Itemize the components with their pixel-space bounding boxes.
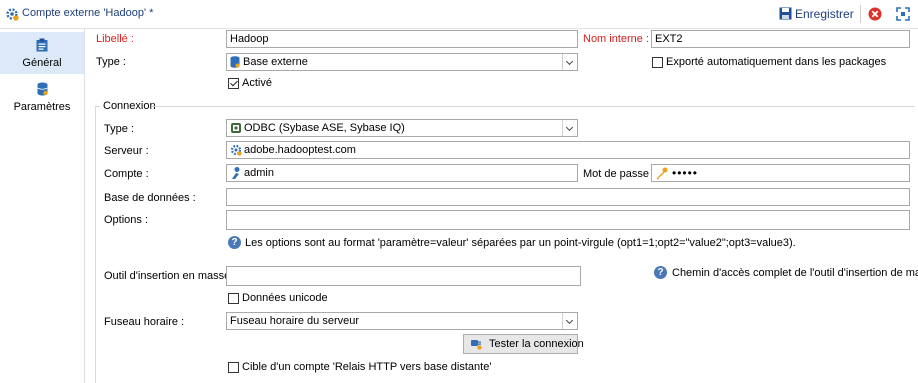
outil-label: Outil d'insertion en masse :	[104, 270, 237, 282]
sidebar-item-parametres[interactable]: Paramètres	[0, 76, 84, 118]
maximize-icon[interactable]	[896, 7, 910, 21]
relais-label: Cible d'un compte 'Relais HTTP vers base…	[242, 361, 492, 373]
mot-de-passe-input[interactable]: •••••	[651, 164, 910, 182]
nom-interne-label: Nom interne :	[583, 33, 650, 45]
connexion-type-label: Type :	[104, 123, 134, 135]
relais-checkbox[interactable]	[228, 362, 239, 373]
base-input[interactable]	[226, 188, 910, 206]
database-icon	[230, 56, 240, 68]
title-bar: Compte externe 'Hadoop' * Enregistrer	[0, 0, 918, 29]
help-icon: ?	[228, 236, 241, 249]
test-connection-label: Tester la connexion	[489, 338, 584, 350]
sidebar-item-general[interactable]: Général	[0, 32, 84, 74]
libelle-input[interactable]: Hadoop	[226, 30, 578, 48]
options-label: Options :	[104, 214, 149, 226]
serveur-label: Serveur :	[104, 145, 149, 157]
server-gear-icon	[230, 144, 242, 156]
sidebar: Général Paramètres	[0, 29, 85, 383]
export-auto-label: Exporté automatiquement dans les package…	[666, 56, 887, 68]
fuseau-select-value: Fuseau horaire du serveur	[230, 315, 360, 327]
type-select-value: Base externe	[243, 56, 308, 68]
compte-input[interactable]: admin	[226, 164, 578, 182]
compte-label: Compte :	[104, 168, 149, 180]
user-icon	[230, 166, 242, 180]
libelle-label: Libellé :	[96, 33, 134, 45]
unicode-label: Données unicode	[242, 292, 328, 304]
chevron-down-icon[interactable]	[562, 54, 577, 70]
sidebar-item-label: Paramètres	[13, 101, 71, 113]
cancel-icon[interactable]	[868, 7, 882, 21]
options-hint: Les options sont au format 'paramètre=va…	[245, 237, 796, 249]
nom-interne-input[interactable]: EXT2	[651, 30, 910, 48]
compte-value: admin	[244, 167, 274, 179]
outil-input[interactable]	[226, 266, 581, 286]
type-label: Type :	[96, 56, 126, 68]
mot-de-passe-label: Mot de passe :	[583, 168, 656, 180]
outil-hint: Chemin d'accès complet de l'outil d'inse…	[672, 267, 918, 279]
toolbar-divider	[860, 5, 861, 23]
database-icon	[37, 82, 48, 96]
window-title: Compte externe 'Hadoop' *	[22, 7, 154, 19]
connexion-type-value: ODBC (Sybase ASE, Sybase IQ)	[244, 122, 405, 134]
mot-de-passe-value: •••••	[672, 166, 699, 180]
base-label: Base de données :	[104, 192, 196, 204]
type-select[interactable]: Base externe	[226, 53, 578, 71]
serveur-input[interactable]: adobe.hadooptest.com	[226, 141, 910, 159]
active-checkbox[interactable]	[228, 78, 239, 89]
clipboard-icon	[36, 38, 48, 52]
chevron-down-icon[interactable]	[562, 313, 577, 329]
chevron-down-icon[interactable]	[562, 120, 577, 136]
test-connection-button[interactable]: Tester la connexion	[463, 334, 584, 354]
floppy-disk-icon	[779, 7, 792, 20]
unicode-checkbox[interactable]	[228, 293, 239, 304]
active-label: Activé	[242, 77, 272, 89]
fuseau-label: Fuseau horaire :	[104, 316, 185, 328]
connexion-group-label: Connexion	[103, 100, 156, 112]
external-account-gear-icon	[5, 7, 19, 21]
connexion-group-line	[152, 106, 915, 107]
connexion-group-line-left	[95, 106, 100, 107]
sidebar-item-label: Général	[22, 57, 62, 69]
fuseau-select[interactable]: Fuseau horaire du serveur	[226, 312, 578, 330]
plug-test-icon	[470, 338, 483, 350]
options-input[interactable]	[226, 210, 910, 230]
connexion-type-select[interactable]: ODBC (Sybase ASE, Sybase IQ)	[226, 119, 578, 137]
help-icon: ?	[654, 266, 667, 279]
key-icon	[655, 167, 668, 180]
export-auto-checkbox[interactable]	[652, 57, 663, 68]
serveur-value: adobe.hadooptest.com	[244, 144, 356, 156]
connexion-group-border-left	[95, 106, 96, 383]
odbc-plug-icon	[230, 122, 242, 134]
save-button-label: Enregistrer	[795, 7, 854, 21]
save-button[interactable]: Enregistrer	[776, 4, 856, 24]
